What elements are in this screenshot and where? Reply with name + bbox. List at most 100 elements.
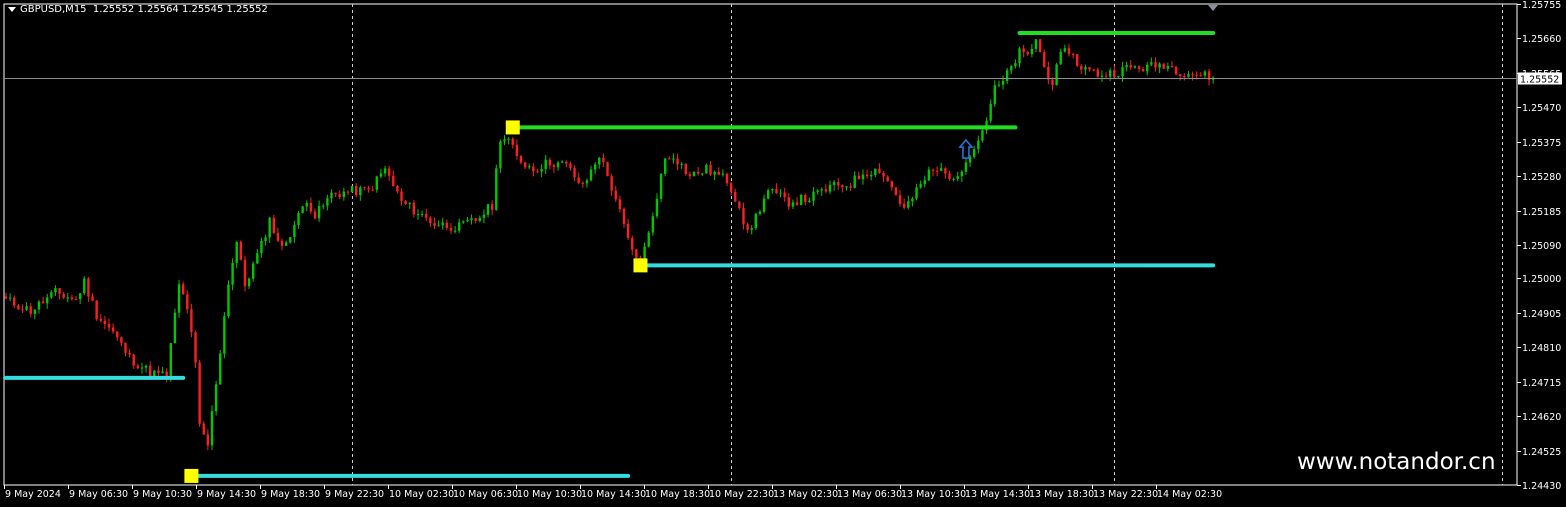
candle-body-245 [1014,63,1017,67]
candle-body-148 [614,190,617,200]
candle-body-63 [264,237,267,242]
time-label-15: 13 May 14:30 [965,489,1030,500]
candle-body-164 [680,163,683,165]
candle-body-158 [655,198,659,217]
price-tick-label-7: 1.25090 [1522,241,1561,252]
candle-body-229 [948,173,951,179]
candle-body-211 [874,168,877,176]
candle-body-19 [83,278,86,294]
candle-body-125 [519,155,523,163]
candle-body-233 [964,162,968,172]
candle-body-209 [865,174,869,177]
candle-body-20 [87,278,90,297]
candle-body-226 [935,170,939,172]
candle-body-14 [62,293,65,298]
candle-body-95 [396,186,399,192]
candle-body-140 [581,182,584,184]
candle-body-124 [515,144,519,156]
chart-end-triangle-icon [1208,5,1218,11]
candle-body-53 [223,316,226,354]
candle-body-69 [289,237,292,243]
candle-body-93 [387,168,391,176]
candle-body-29 [124,342,127,353]
candle-body-3 [17,305,20,310]
candle-body-100 [416,214,420,216]
candle-body-192 [795,202,799,205]
candle-body-254 [1051,79,1054,86]
time-label-12: 13 May 02:30 [773,489,838,500]
candle-body-172 [713,171,716,175]
candle-body-255 [1055,64,1058,86]
candle-body-34 [144,365,148,368]
candle-body-150 [622,208,626,224]
candle-body-32 [136,365,140,369]
candle-body-198 [820,189,823,191]
candle-body-37 [157,370,160,373]
candle-body-167 [692,171,696,177]
time-label-2: 9 May 10:30 [133,489,192,500]
candle-body-8 [37,301,41,310]
candle-body-31 [132,354,135,366]
candle-body-228 [944,168,947,174]
candle-body-76 [317,206,321,219]
candle-body-174 [721,173,725,175]
candle-body-156 [647,232,650,247]
candle-body-236 [977,140,980,150]
candle-body-65 [272,217,275,233]
time-label-0: 9 May 2024 [5,489,61,500]
candle-body-74 [309,202,313,212]
candle-body-117 [486,204,490,215]
candle-body-200 [828,184,832,192]
candle-body-201 [832,181,836,185]
candle-body-224 [927,169,931,181]
candle-body-67 [280,240,284,246]
candle-body-218 [902,203,906,208]
candle-body-9 [41,301,45,304]
candle-body-114 [474,218,477,221]
candle-body-282 [1166,65,1170,69]
candle-body-18 [78,293,82,300]
time-label-8: 10 May 10:30 [517,489,582,500]
candle-body-141 [585,180,589,184]
candle-body-161 [668,158,671,160]
time-label-13: 13 May 06:30 [837,489,902,500]
candle-body-204 [845,186,848,188]
candle-body-173 [717,171,720,175]
price-tick-label-5: 1.25280 [1522,172,1561,183]
chart-frame [3,3,1518,486]
candle-body-182 [754,213,758,229]
candle-body-193 [799,194,803,205]
price-chart[interactable]: 1.257551.256601.255651.254701.253751.252… [0,0,1566,507]
candle-body-187 [775,189,778,194]
candle-body-241 [997,84,1001,86]
candle-body-59 [247,278,251,287]
price-tick-label-0: 1.25755 [1522,0,1561,11]
candle-body-30 [128,352,131,355]
candle-body-157 [651,216,655,233]
candle-body-284 [1174,66,1178,75]
candle-body-36 [153,370,156,377]
price-tick-label-8: 1.25000 [1522,274,1561,285]
candle-body-107 [445,222,449,228]
candle-body-221 [915,187,918,199]
candle-body-97 [404,200,407,204]
candle-body-206 [853,175,856,188]
candle-body-128 [532,166,535,172]
candle-body-191 [791,202,795,207]
candle-body-287 [1187,74,1190,77]
candle-body-138 [573,168,576,178]
candle-body-249 [1030,49,1034,55]
candle-body-82 [342,191,346,198]
candle-body-207 [857,175,861,180]
candle-body-130 [540,169,543,172]
price-tick-label-12: 1.24620 [1522,412,1561,423]
candle-body-98 [408,202,411,204]
candle-body-137 [569,163,572,169]
candle-body-274 [1133,66,1137,68]
candle-body-102 [425,213,428,218]
candle-body-22 [95,300,98,320]
candle-body-57 [239,241,243,260]
candle-body-166 [688,174,692,177]
candle-body-120 [499,141,502,169]
candle-body-223 [923,180,926,185]
